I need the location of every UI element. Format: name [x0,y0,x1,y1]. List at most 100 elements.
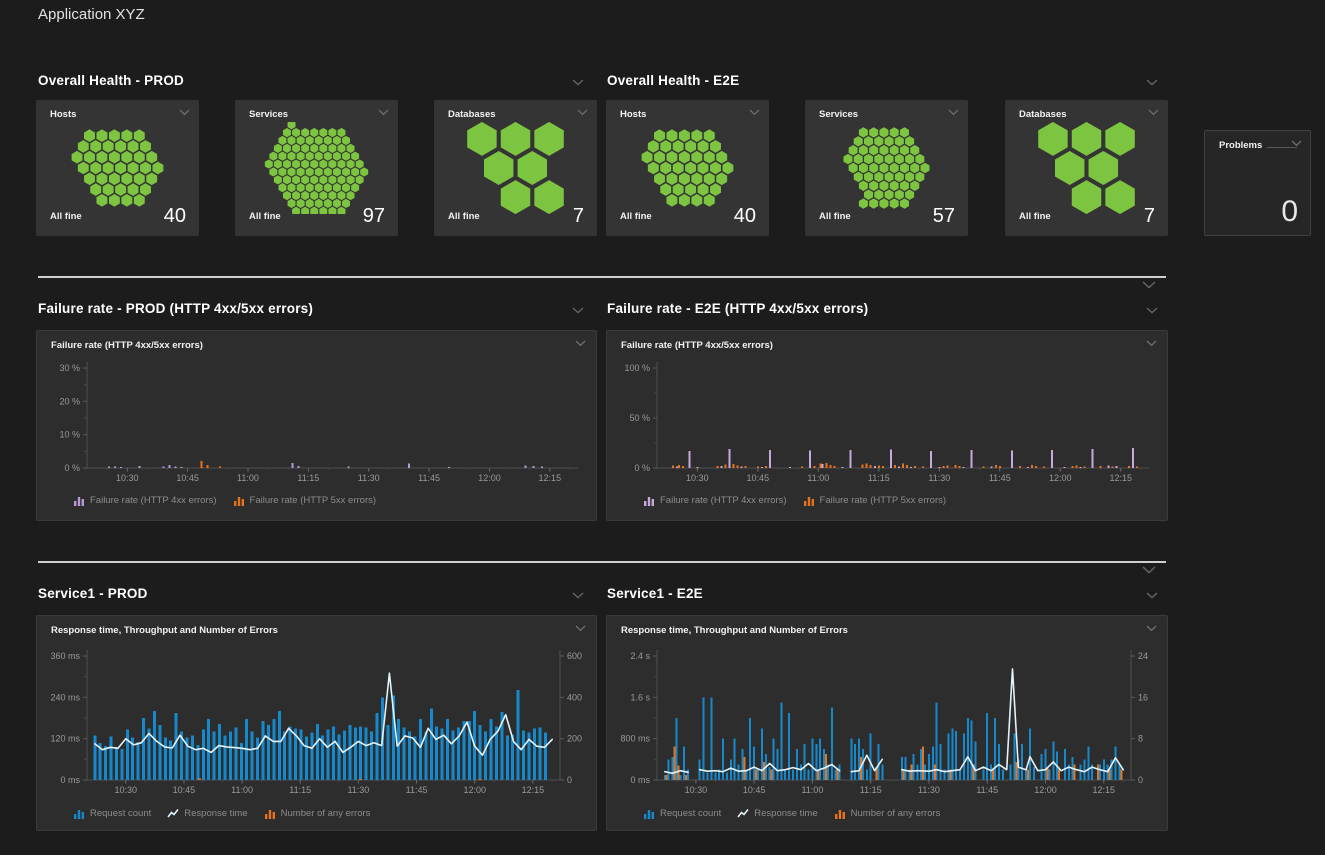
chevron-down-icon[interactable] [1146,625,1157,632]
section-header-health-prod[interactable]: Overall Health - PROD [38,73,184,88]
svg-text:50 %: 50 % [629,413,650,423]
svg-text:100 %: 100 % [624,363,650,373]
tile-title: Databases [1019,109,1067,120]
svg-text:0: 0 [567,775,572,785]
chevron-down-icon[interactable] [572,592,584,599]
legend-item[interactable]: Response time [737,808,817,819]
chart-canvas[interactable]: 0 ms120 ms240 ms360 ms020040060010:3010:… [37,642,598,802]
svg-text:11:45: 11:45 [989,473,1011,483]
chevron-down-icon[interactable] [572,79,584,86]
legend-label: Response time [754,808,817,819]
legend-item[interactable]: Number of any errors [264,808,371,819]
chevron-down-icon[interactable] [577,109,588,116]
legend-label: Failure rate (HTTP 5xx errors) [250,495,377,506]
section-header-service-e2e[interactable]: Service1 - E2E [607,586,703,601]
chevron-down-icon[interactable] [1146,79,1158,86]
chevron-down-icon[interactable] [179,109,190,116]
health-tile-services-prod[interactable]: Services All fine 97 [235,100,398,236]
chart-tile-service-e2e[interactable]: Response time, Throughput and Number of … [606,615,1168,831]
legend-item[interactable]: Number of any errors [834,808,941,819]
honeycomb-cluster [235,122,398,214]
svg-text:11:15: 11:15 [868,473,890,483]
chevron-down-icon[interactable] [1146,592,1158,599]
chevron-down-icon[interactable] [1142,566,1156,574]
chart-title: Failure rate (HTTP 4xx/5xx errors) [51,340,203,351]
svg-text:0 ms: 0 ms [60,775,80,785]
chevron-down-icon[interactable] [572,307,584,314]
svg-text:20 %: 20 % [59,396,80,406]
chevron-down-icon[interactable] [378,109,389,116]
svg-text:11:30: 11:30 [358,473,380,483]
svg-text:12:00: 12:00 [478,473,501,483]
legend-item[interactable]: Failure rate (HTTP 5xx errors) [803,495,947,506]
health-tile-databases-e2e[interactable]: Databases All fine 7 [1005,100,1168,236]
chart-tile-failure-prod[interactable]: Failure rate (HTTP 4xx/5xx errors) 0 %10… [36,330,597,521]
legend-bars-icon [73,808,85,819]
honeycomb-cluster [1005,122,1168,214]
svg-text:11:00: 11:00 [807,473,829,483]
svg-text:1.6 s: 1.6 s [630,692,650,702]
chart-tile-failure-e2e[interactable]: Failure rate (HTTP 4xx/5xx errors) 0 %50… [606,330,1168,521]
problems-count: 0 [1281,195,1298,229]
legend-label: Number of any errors [851,808,941,819]
svg-text:11:45: 11:45 [418,473,440,483]
health-tile-hosts-prod[interactable]: Hosts All fine 40 [36,100,199,236]
svg-text:400: 400 [567,692,582,702]
svg-text:11:30: 11:30 [347,785,369,795]
chevron-down-icon[interactable] [575,625,586,632]
legend-bars-icon [643,495,655,506]
svg-text:200: 200 [567,734,582,744]
svg-text:12:00: 12:00 [1034,785,1057,795]
legend-label: Failure rate (HTTP 4xx errors) [90,495,217,506]
chevron-down-icon[interactable] [1142,281,1156,289]
legend-item[interactable]: Failure rate (HTTP 5xx errors) [233,495,377,506]
chevron-down-icon[interactable] [575,340,586,347]
tile-title: Services [819,109,858,120]
chevron-down-icon[interactable] [1291,140,1302,147]
count-value: 7 [573,205,584,228]
svg-text:11:15: 11:15 [297,473,319,483]
health-tile-hosts-e2e[interactable]: Hosts All fine 40 [606,100,769,236]
chevron-down-icon[interactable] [1148,109,1159,116]
chevron-down-icon[interactable] [1146,340,1157,347]
legend-item[interactable]: Failure rate (HTTP 4xx errors) [73,495,217,506]
chart-legend: Request count Response time Number of any … [643,808,940,819]
chart-canvas[interactable]: 0 %10 %20 %30 %10:3010:4511:0011:1511:30… [37,357,598,491]
legend-label: Number of any errors [281,808,371,819]
chevron-down-icon[interactable] [1146,307,1158,314]
svg-text:0 ms: 0 ms [630,775,650,785]
problems-tile[interactable]: Problems 0 [1204,130,1311,236]
svg-text:10:45: 10:45 [176,473,199,483]
legend-bars-icon [643,808,655,819]
legend-item[interactable]: Failure rate (HTTP 4xx errors) [643,495,787,506]
svg-text:800 ms: 800 ms [620,734,650,744]
svg-text:10:45: 10:45 [173,785,196,795]
svg-text:600: 600 [567,651,582,661]
legend-item[interactable]: Request count [643,808,721,819]
section-header-service-prod[interactable]: Service1 - PROD [38,586,148,601]
svg-text:16: 16 [1138,692,1148,702]
tile-title: Services [249,109,288,120]
legend-label: Request count [90,808,151,819]
chart-canvas[interactable]: 0 ms800 ms1.6 s2.4 s08162410:3010:4511:0… [607,642,1169,802]
section-divider [38,561,1166,563]
health-tile-databases-prod[interactable]: Databases All fine 7 [434,100,597,236]
chart-canvas[interactable]: 0 %50 %100 %10:3010:4511:0011:1511:3011:… [607,357,1169,491]
health-tile-services-e2e[interactable]: Services All fine 57 [805,100,968,236]
section-header-failure-e2e[interactable]: Failure rate - E2E (HTTP 4xx/5xx errors) [607,301,868,316]
section-header-health-e2e[interactable]: Overall Health - E2E [607,73,739,88]
tile-title: Hosts [50,109,76,120]
legend-item[interactable]: Request count [73,808,151,819]
section-header-failure-prod[interactable]: Failure rate - PROD (HTTP 4xx/5xx errors… [38,301,313,316]
chevron-down-icon[interactable] [948,109,959,116]
problems-trend-dash [1267,147,1297,148]
chart-tile-service-prod[interactable]: Response time, Throughput and Number of … [36,615,597,831]
svg-text:12:15: 12:15 [539,473,562,483]
status-label: All fine [249,211,281,222]
legend-item[interactable]: Response time [167,808,247,819]
svg-text:8: 8 [1138,734,1143,744]
chart-legend: Failure rate (HTTP 4xx errors) Failure ra… [643,495,946,506]
chevron-down-icon[interactable] [749,109,760,116]
status-label: All fine [50,211,82,222]
svg-text:24: 24 [1138,651,1148,661]
